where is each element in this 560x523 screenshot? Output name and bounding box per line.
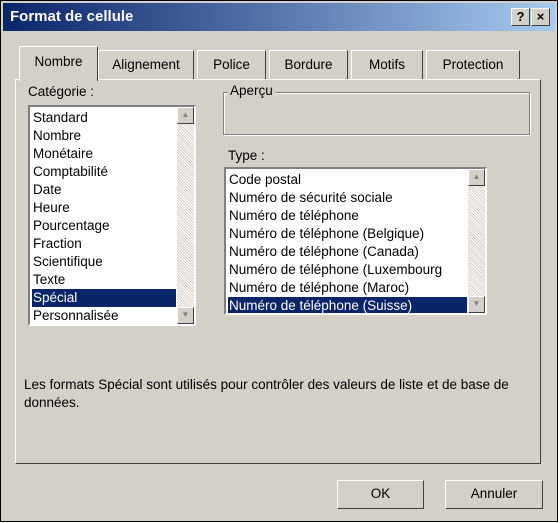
close-button[interactable]: × <box>531 8 550 26</box>
cancel-button[interactable]: Annuler <box>445 480 543 509</box>
title-bar[interactable]: Format de cellule ? × <box>3 3 555 31</box>
ok-button[interactable]: OK <box>337 480 424 509</box>
tab-nombre[interactable]: Nombre <box>19 46 98 81</box>
tab-police[interactable]: Police <box>197 50 266 79</box>
format-cells-dialog: Format de cellule ? × Nombre Alignement … <box>0 0 558 522</box>
tab-protection[interactable]: Protection <box>426 50 520 79</box>
format-description: Les formats Spécial sont utilisés pour c… <box>24 377 509 410</box>
tab-alignement[interactable]: Alignement <box>98 50 194 79</box>
dialog-title: Format de cellule <box>10 8 134 25</box>
help-button[interactable]: ? <box>511 8 530 26</box>
tab-motifs[interactable]: Motifs <box>351 50 423 79</box>
tab-bordure[interactable]: Bordure <box>269 50 348 79</box>
